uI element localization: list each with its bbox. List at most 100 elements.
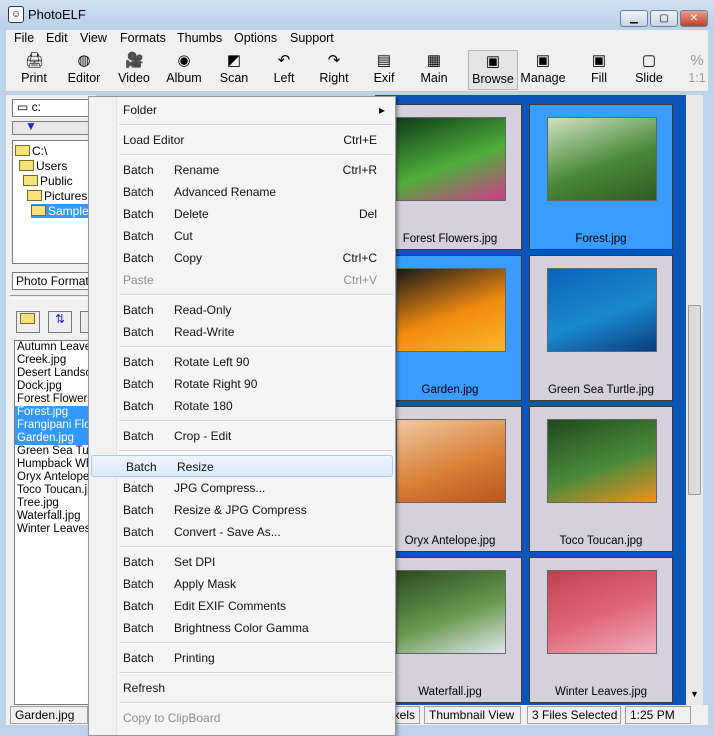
menu-item-copy-to-clipboard[interactable]: Copy to ClipBoard — [89, 707, 395, 729]
thumbnail-tile[interactable]: Oryx Antelope.jpg — [378, 406, 522, 552]
menu-item-shortcut: Ctrl+R — [342, 163, 377, 177]
menu-item-rotate-180[interactable]: Batch Rotate 180 — [89, 395, 395, 417]
menu-item-apply-mask[interactable]: Batch Apply Mask — [89, 573, 395, 595]
maximize-button[interactable]: ▢ — [650, 10, 678, 27]
file-list[interactable]: Autumn Leaves.jpgCreek.jpgDesert Landsca… — [14, 340, 98, 705]
nav-button[interactable]: ▼ — [12, 119, 96, 135]
minimize-button[interactable]: ▁ — [620, 10, 648, 27]
menu-item-folder[interactable]: Folder ▸ — [89, 99, 395, 121]
file-list-item[interactable]: Garden.jpg — [15, 432, 97, 445]
menu-item-paste[interactable]: Paste Ctrl+V — [89, 269, 395, 291]
menu-item-action: Copy — [174, 251, 203, 265]
file-list-item[interactable]: Waterfall.jpg — [15, 510, 97, 523]
menu-item-jpg-compress[interactable]: Batch JPG Compress... — [89, 477, 395, 499]
menu-item-rotate-right-90[interactable]: Batch Rotate Right 90 — [89, 373, 395, 395]
menu-item-printing[interactable]: Batch Printing — [89, 647, 395, 669]
thumbnail-tile[interactable]: Forest.jpg — [529, 104, 673, 250]
toolbar-fill-button[interactable]: ▣ Fill — [574, 50, 624, 90]
menu-item-advanced-rename[interactable]: Batch Advanced Rename — [89, 181, 395, 203]
toolbar-scan-button[interactable]: ◩ Scan — [209, 50, 259, 90]
thumbnail-tile[interactable]: Winter Leaves.jpg — [529, 557, 673, 703]
thumbnail-label: Oryx Antelope.jpg — [404, 535, 496, 547]
toolbar-album-button[interactable]: ◉ Album — [159, 50, 209, 90]
menu-item-resize-jpg-compress[interactable]: Batch Resize & JPG Compress — [89, 499, 395, 521]
fill-icon: ▣ — [591, 52, 607, 69]
drive-select[interactable]: ▭ c: — [12, 99, 96, 117]
thumbnail-tile[interactable]: Garden.jpg — [378, 255, 522, 401]
file-list-item[interactable]: Forest.jpg — [15, 406, 97, 419]
toolbar-main-button[interactable]: ▦ Main — [409, 50, 459, 90]
folder-tree[interactable]: C:\UsersPublicPicturesSample Pictures — [12, 140, 176, 264]
menu-item-read-write[interactable]: Batch Read-Write — [89, 321, 395, 343]
toolbar-slide-button[interactable]: ▢ Slide — [624, 50, 674, 90]
thumbnail-tile[interactable]: Toco Toucan.jpg — [529, 406, 673, 552]
toolbar-right-button[interactable]: ↷ Right — [309, 50, 359, 90]
tree-item[interactable]: Pictures — [27, 189, 87, 203]
close-button[interactable]: ✕ — [680, 10, 708, 27]
file-list-item[interactable]: Humpback Whale.jpg — [15, 458, 97, 471]
file-list-item[interactable]: Frangipani Flowers.jpg — [15, 419, 97, 432]
thumbnail-tile[interactable]: Green Sea Turtle.jpg — [529, 255, 673, 401]
toolbar-label: Main — [420, 71, 448, 85]
menu-item-edit-exif-comments[interactable]: Batch Edit EXIF Comments — [89, 595, 395, 617]
menu-item-refresh[interactable]: Refresh — [89, 677, 395, 699]
scroll-thumb[interactable] — [688, 305, 701, 495]
tree-item[interactable]: Users — [19, 159, 67, 173]
window-title: PhotoELF — [28, 7, 86, 22]
toolbar-label: Browse — [472, 72, 514, 86]
menu-item-brightness-color-gamma[interactable]: Batch Brightness Color Gamma — [89, 617, 395, 639]
menu-item-shortcut: Ctrl+V — [343, 273, 377, 287]
menu-separator — [89, 121, 395, 129]
toolbar-exif-button[interactable]: ▤ Exif — [359, 50, 409, 90]
toolbar-video-button[interactable]: 🎥 Video — [109, 50, 159, 90]
menu-support[interactable]: Support — [290, 31, 334, 45]
tree-item[interactable]: Public — [23, 174, 73, 188]
file-list-item[interactable]: Dock.jpg — [15, 380, 97, 393]
print-icon: 🖨 — [25, 52, 45, 69]
menu-item-load-editor[interactable]: Load Editor Ctrl+E — [89, 129, 395, 151]
thumbnail-tile[interactable]: Waterfall.jpg — [378, 557, 522, 703]
file-list-item[interactable]: Toco Toucan.jpg — [15, 484, 97, 497]
menu-item-resize[interactable]: Batch Resize — [91, 455, 393, 477]
formats-select[interactable]: Photo Formats — [12, 272, 96, 290]
menu-thumbs[interactable]: Thumbs — [177, 31, 222, 45]
toolbar-editor-button[interactable]: ◍ Editor — [59, 50, 109, 90]
vertical-scrollbar[interactable]: ▼ — [686, 95, 703, 705]
refresh-button[interactable]: ⇅ — [48, 311, 72, 333]
toolbar-left-button[interactable]: ↶ Left — [259, 50, 309, 90]
menu-item-label: Batch — [123, 481, 154, 495]
menu-item-read-only[interactable]: Batch Read-Only — [89, 299, 395, 321]
menu-view[interactable]: View — [80, 31, 107, 45]
splitter[interactable] — [10, 295, 96, 299]
menu-item-convert-save-as[interactable]: Batch Convert - Save As... — [89, 521, 395, 543]
file-list-item[interactable]: Desert Landscape.jpg — [15, 367, 97, 380]
menu-item-rotate-left-90[interactable]: Batch Rotate Left 90 — [89, 351, 395, 373]
toolbar-manage-button[interactable]: ▣ Manage — [518, 50, 568, 90]
file-list-item[interactable]: Oryx Antelope.jpg — [15, 471, 97, 484]
tree-item[interactable]: C:\ — [15, 144, 47, 158]
menu-formats[interactable]: Formats — [120, 31, 166, 45]
thumbnail-tile[interactable]: Forest Flowers.jpg — [378, 104, 522, 250]
file-list-item[interactable]: Winter Leaves.jpg — [15, 523, 97, 536]
menu-item-rename[interactable]: Batch Rename Ctrl+R — [89, 159, 395, 181]
up-folder-button[interactable] — [16, 311, 40, 333]
toolbar-1-1-button[interactable]: % 1:1 — [672, 50, 714, 90]
file-list-item[interactable]: Tree.jpg — [15, 497, 97, 510]
menu-item-label: Batch — [123, 355, 154, 369]
menu-item-set-dpi[interactable]: Batch Set DPI — [89, 551, 395, 573]
menu-item-crop-edit[interactable]: Batch Crop - Edit — [89, 425, 395, 447]
menu-item-cut[interactable]: Batch Cut — [89, 225, 395, 247]
menu-item-copy[interactable]: Batch Copy Ctrl+C — [89, 247, 395, 269]
menu-item-shortcut: Del — [358, 207, 377, 221]
menu-file[interactable]: File — [14, 31, 34, 45]
file-list-item[interactable]: Green Sea Turtle.jpg — [15, 445, 97, 458]
toolbar-print-button[interactable]: 🖨 Print — [9, 50, 59, 90]
scroll-down-icon[interactable]: ▼ — [690, 689, 699, 699]
file-list-item[interactable]: Creek.jpg — [15, 354, 97, 367]
file-list-item[interactable]: Forest Flowers.jpg — [15, 393, 97, 406]
menu-item-delete[interactable]: Batch Delete Del — [89, 203, 395, 225]
toolbar-browse-button[interactable]: ▣ Browse — [468, 50, 518, 90]
menu-options[interactable]: Options — [234, 31, 277, 45]
file-list-item[interactable]: Autumn Leaves.jpg — [15, 341, 97, 354]
menu-edit[interactable]: Edit — [46, 31, 68, 45]
